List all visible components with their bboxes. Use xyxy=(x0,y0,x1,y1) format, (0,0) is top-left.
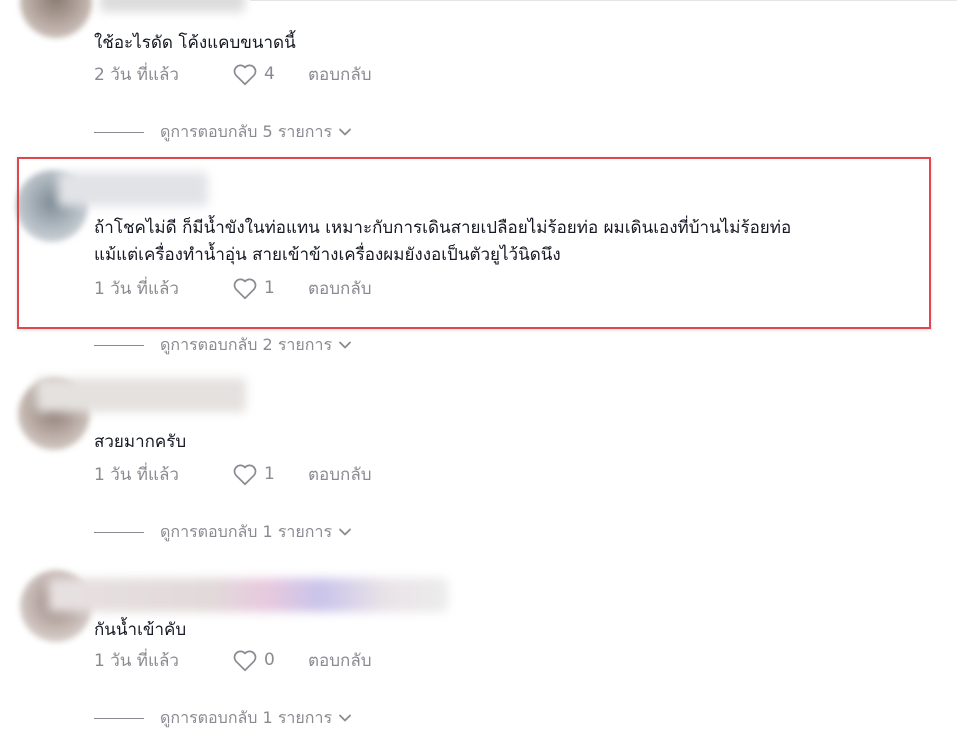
like-button[interactable]: 0 xyxy=(232,648,308,672)
view-replies-label: ดูการตอบกลับ 1 รายการ xyxy=(160,707,333,727)
comment-text: สวยมากครับ xyxy=(94,429,186,456)
like-button[interactable]: 1 xyxy=(232,462,308,486)
heart-icon xyxy=(233,650,257,672)
divider xyxy=(94,531,144,533)
comment-text: ใช้อะไรดัด โค้งแคบขนาดนี้ xyxy=(94,30,296,57)
view-replies-button[interactable]: ดูการตอบกลับ 1 รายการ xyxy=(94,520,352,544)
timestamp: 1 วัน ที่แล้ว xyxy=(94,464,179,485)
avatar[interactable] xyxy=(20,0,92,38)
comment-meta: 1 วัน ที่แล้ว 1 ตอบกลับ xyxy=(94,461,372,487)
like-button[interactable]: 4 xyxy=(232,62,308,86)
timestamp: 2 วัน ที่แล้ว xyxy=(94,64,179,85)
comment-line: กันน้ำเข้าคับ xyxy=(94,620,187,640)
chevron-down-icon xyxy=(339,341,351,349)
heart-icon xyxy=(233,64,257,86)
comment-meta: 2 วัน ที่แล้ว 4 ตอบกลับ xyxy=(94,61,372,87)
view-replies-button[interactable]: ดูการตอบกลับ 1 รายการ xyxy=(94,706,352,730)
chevron-down-icon xyxy=(339,528,351,536)
comment-line: ใช้อะไรดัด โค้งแคบขนาดนี้ xyxy=(94,33,296,53)
username-blurred[interactable] xyxy=(48,578,448,612)
chevron-down-icon xyxy=(339,714,351,722)
timestamp: 1 วัน ที่แล้ว xyxy=(94,650,179,671)
view-replies-button[interactable]: ดูการตอบกลับ 2 รายการ xyxy=(94,333,352,357)
divider xyxy=(250,0,957,1)
comment-line: สวยมากครับ xyxy=(94,432,187,452)
reply-button[interactable]: ตอบกลับ xyxy=(308,461,372,488)
divider xyxy=(94,344,144,346)
like-count: 0 xyxy=(264,650,275,670)
view-replies-label: ดูการตอบกลับ 2 รายการ xyxy=(160,334,333,354)
like-count: 4 xyxy=(264,64,275,84)
highlight-box xyxy=(17,157,931,329)
comment-meta: 1 วัน ที่แล้ว 0 ตอบกลับ xyxy=(94,647,372,673)
comment-text: กันน้ำเข้าคับ xyxy=(94,617,186,644)
view-replies-button[interactable]: ดูการตอบกลับ 5 รายการ xyxy=(94,120,352,144)
divider xyxy=(94,717,144,719)
reply-button[interactable]: ตอบกลับ xyxy=(308,61,372,88)
divider xyxy=(94,131,144,133)
reply-button[interactable]: ตอบกลับ xyxy=(308,647,372,674)
like-count: 1 xyxy=(264,464,275,484)
heart-icon xyxy=(233,464,257,486)
username-blurred[interactable] xyxy=(100,0,245,12)
view-replies-label: ดูการตอบกลับ 1 รายการ xyxy=(160,521,333,541)
username-blurred[interactable] xyxy=(36,378,246,412)
view-replies-label: ดูการตอบกลับ 5 รายการ xyxy=(160,121,333,141)
chevron-down-icon xyxy=(339,128,351,136)
